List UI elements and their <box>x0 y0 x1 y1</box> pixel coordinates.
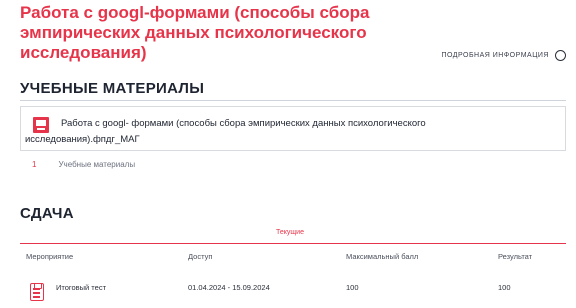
col-event[interactable]: Мероприятие <box>26 252 73 261</box>
tab-current[interactable]: Текущие <box>273 229 307 236</box>
col-access[interactable]: Доступ <box>188 252 212 261</box>
row-result: 100 <box>498 283 511 292</box>
document-icon <box>33 117 49 133</box>
more-info-label: ПОДРОБНАЯ ИНФОРМАЦИЯ <box>441 52 549 59</box>
material-title-line1: Работа с googl- формами (способы сбора э… <box>61 118 426 129</box>
page-title: Работа с googl-формами (способы сбора эм… <box>20 3 370 62</box>
material-title-line2: исследования).фпдг_МАГ <box>25 134 140 145</box>
info-circle-icon <box>555 50 566 61</box>
row-max-score: 100 <box>346 283 359 292</box>
submission-heading: СДАЧА <box>20 205 74 222</box>
row-event[interactable]: Итоговый тест <box>56 283 106 292</box>
col-result[interactable]: Результат <box>498 252 532 261</box>
table-header: Мероприятие Доступ Максимальный балл Рез… <box>20 252 566 266</box>
materials-heading: УЧЕБНЫЕ МАТЕРИАЛЫ <box>20 80 205 97</box>
materials-divider <box>20 100 566 101</box>
pager-number[interactable]: 1 <box>32 160 36 169</box>
col-max-score[interactable]: Максимальный балл <box>346 252 418 261</box>
tab-underline <box>20 243 566 244</box>
pager-label: Учебные материалы <box>58 160 136 169</box>
more-info-link[interactable]: ПОДРОБНАЯ ИНФОРМАЦИЯ <box>441 50 566 61</box>
material-item[interactable]: Работа с googl- формами (способы сбора э… <box>20 106 566 151</box>
materials-pager: 1 Учебные материалы <box>32 160 135 169</box>
material-title[interactable]: Работа с googl- формами (способы сбора э… <box>25 116 525 148</box>
table-row[interactable]: Итоговый тест 01.04.2024 - 15.09.2024 10… <box>20 270 566 304</box>
clipboard-clip-icon <box>34 283 42 289</box>
row-access: 01.04.2024 - 15.09.2024 <box>188 283 270 292</box>
